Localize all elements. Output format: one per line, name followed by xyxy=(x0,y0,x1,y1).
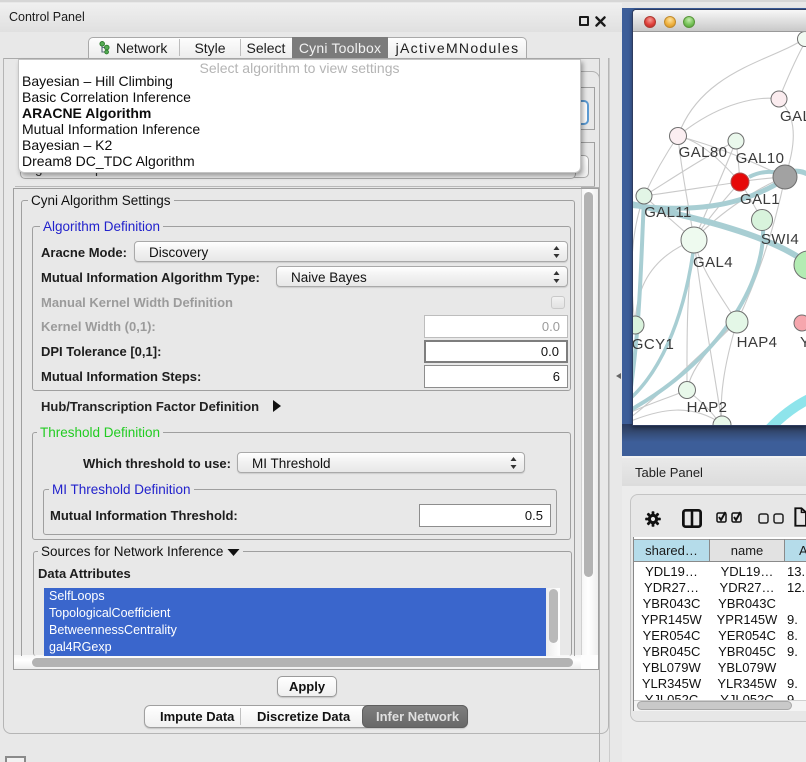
svg-text:HAP4: HAP4 xyxy=(737,334,778,351)
svg-text:Y: Y xyxy=(800,334,806,351)
svg-text:GAL1: GAL1 xyxy=(740,191,780,208)
svg-text:SWI4: SWI4 xyxy=(761,231,799,248)
svg-text:GAL4: GAL4 xyxy=(693,254,733,271)
svg-text:GAL10: GAL10 xyxy=(736,150,785,167)
svg-text:GAL80: GAL80 xyxy=(679,144,728,161)
svg-text:GCY1: GCY1 xyxy=(633,336,674,353)
svg-text:GAL11: GAL11 xyxy=(644,204,692,221)
svg-text:GAL7: GAL7 xyxy=(780,108,806,125)
svg-text:HAP2: HAP2 xyxy=(687,399,728,416)
